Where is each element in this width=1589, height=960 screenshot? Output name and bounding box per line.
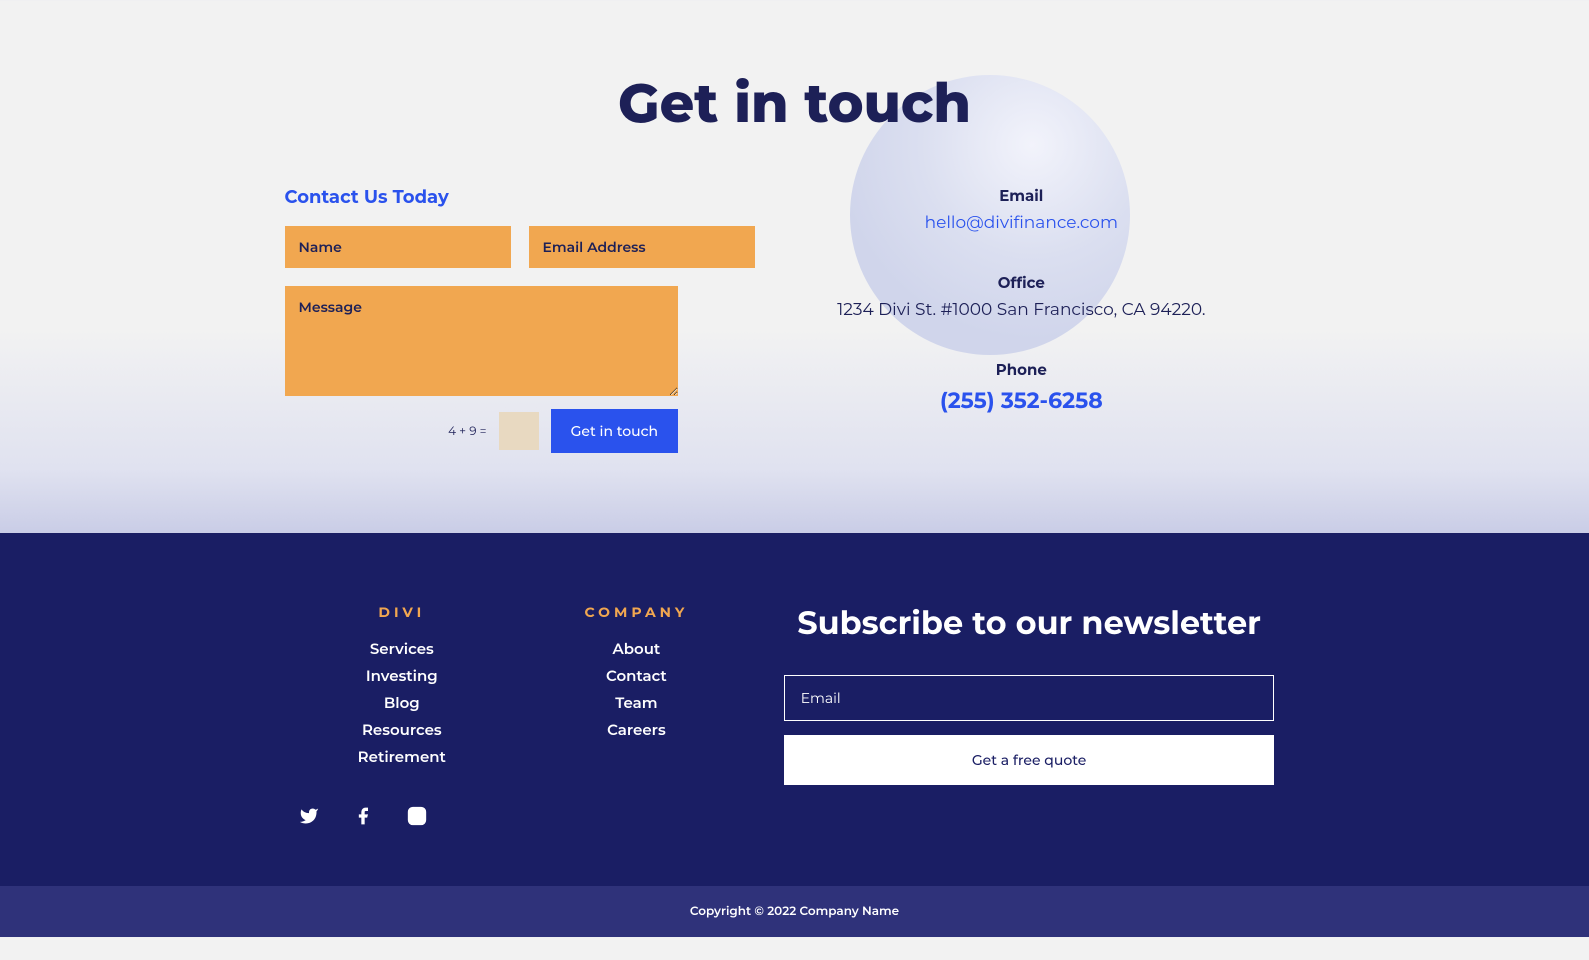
newsletter-title: Subscribe to our newsletter	[784, 603, 1275, 645]
footer-link-careers[interactable]: Careers	[519, 720, 754, 739]
footer-link-contact[interactable]: Contact	[519, 666, 754, 685]
footer-company-label: COMPANY	[519, 603, 754, 621]
name-field[interactable]	[285, 226, 511, 268]
captcha-input[interactable]	[499, 412, 539, 450]
footer-link-services[interactable]: Services	[285, 639, 520, 658]
contact-form-column: Contact Us Today 4 + 9 = Get in touch	[255, 186, 709, 453]
footer-divi-label: DIVI	[285, 603, 520, 621]
footer-link-team[interactable]: Team	[519, 693, 754, 712]
get-in-touch-button[interactable]: Get in touch	[551, 409, 679, 453]
message-field[interactable]	[285, 286, 679, 396]
footer-company-column: COMPANY About Contact Team Careers	[519, 603, 754, 826]
footer-link-blog[interactable]: Blog	[285, 693, 520, 712]
email-label: Email	[738, 186, 1304, 205]
office-address: 1234 Divi St. #1000 San Francisco, CA 94…	[738, 300, 1304, 320]
get-quote-button[interactable]: Get a free quote	[784, 735, 1275, 785]
email-link[interactable]: hello@divifinance.com	[738, 213, 1304, 233]
footer-newsletter-column: Subscribe to our newsletter Get a free q…	[754, 603, 1305, 826]
instagram-icon[interactable]	[407, 806, 427, 826]
footer: DIVI Services Investing Blog Resources R…	[0, 533, 1589, 886]
newsletter-email-field[interactable]	[784, 675, 1275, 721]
twitter-icon[interactable]	[299, 806, 319, 826]
footer-divi-column: DIVI Services Investing Blog Resources R…	[285, 603, 520, 826]
contact-section: Contact Us Today 4 + 9 = Get in touch Em…	[255, 186, 1335, 533]
office-label: Office	[738, 273, 1304, 292]
contact-heading: Contact Us Today	[285, 186, 679, 208]
footer-link-about[interactable]: About	[519, 639, 754, 658]
phone-label: Phone	[738, 360, 1304, 379]
phone-number: (255) 352-6258	[738, 387, 1304, 414]
contact-info-column: Email hello@divifinance.com Office 1234 …	[708, 186, 1334, 453]
footer-link-resources[interactable]: Resources	[285, 720, 520, 739]
captcha-question: 4 + 9 =	[448, 424, 486, 439]
social-icons	[285, 806, 520, 826]
footer-link-investing[interactable]: Investing	[285, 666, 520, 685]
page-title: Get in touch	[0, 0, 1589, 136]
facebook-icon[interactable]	[353, 806, 373, 826]
footer-link-retirement[interactable]: Retirement	[285, 747, 520, 766]
copyright-bar: Copyright © 2022 Company Name	[0, 886, 1589, 937]
